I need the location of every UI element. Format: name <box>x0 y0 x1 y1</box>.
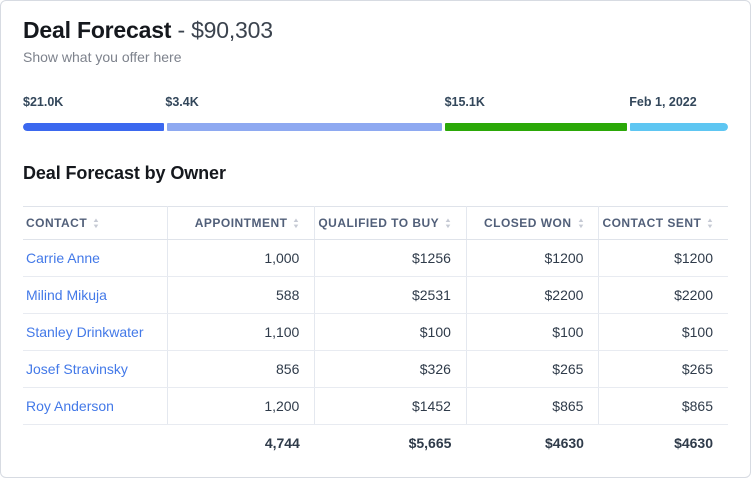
column-label: CLOSED WON <box>484 216 571 230</box>
progress-label: $21.0K <box>23 95 63 109</box>
table-row: Josef Stravinsky 856 $326 $265 $265 <box>23 351 728 388</box>
closed-won-value: $1200 <box>466 240 599 277</box>
column-label: QUALIFIED TO BUY <box>318 216 439 230</box>
appointment-value: 1,100 <box>168 314 315 351</box>
contact-sent-value: $100 <box>599 314 728 351</box>
deal-stage-progress: $21.0K $3.4K $15.1K Feb 1, 2022 <box>23 95 728 137</box>
table-row: Stanley Drinkwater 1,100 $100 $100 $100 <box>23 314 728 351</box>
progress-bar <box>23 123 728 131</box>
page-subtitle: Show what you offer here <box>23 49 728 65</box>
progress-labels: $21.0K $3.4K $15.1K Feb 1, 2022 <box>23 95 728 111</box>
column-label: APPOINTMENT <box>195 216 288 230</box>
appointment-total: 4,744 <box>168 425 315 462</box>
closed-won-value: $2200 <box>466 277 599 314</box>
sort-icon[interactable]: ▲▼ <box>293 218 299 230</box>
table-header-row: CONTACT ▲▼ APPOINTMENT ▲▼ QUALIFIED TO BUY… <box>23 207 728 240</box>
contact-link[interactable]: Roy Anderson <box>23 388 168 425</box>
table-row: Milind Mikuja 588 $2531 $2200 $2200 <box>23 277 728 314</box>
appointment-value: 1,200 <box>168 388 315 425</box>
page-title-amount: - $90,303 <box>171 17 273 43</box>
progress-segment[interactable] <box>630 123 728 131</box>
sort-icon[interactable]: ▲▼ <box>445 218 451 230</box>
contact-link[interactable]: Josef Stravinsky <box>23 351 168 388</box>
column-label: CONTACT <box>26 216 87 230</box>
contact-link[interactable]: Stanley Drinkwater <box>23 314 168 351</box>
progress-label: $3.4K <box>165 95 198 109</box>
progress-label: Feb 1, 2022 <box>629 95 696 109</box>
deal-forecast-table: CONTACT ▲▼ APPOINTMENT ▲▼ QUALIFIED TO BUY… <box>23 206 728 462</box>
contact-sent-value: $2200 <box>599 277 728 314</box>
progress-segment[interactable] <box>445 123 627 131</box>
appointment-value: 1,000 <box>168 240 315 277</box>
column-header-contact-sent[interactable]: CONTACT SENT ▲▼ <box>599 207 728 240</box>
table-section-title: Deal Forecast by Owner <box>23 163 728 184</box>
contact-sent-total: $4630 <box>599 425 728 462</box>
progress-label: $15.1K <box>445 95 485 109</box>
progress-segment[interactable] <box>23 123 164 131</box>
qualified-value: $2531 <box>315 277 467 314</box>
page-title: Deal Forecast - $90,303 <box>23 15 728 45</box>
qualified-value: $100 <box>315 314 467 351</box>
appointment-value: 588 <box>168 277 315 314</box>
closed-won-total: $4630 <box>466 425 599 462</box>
column-label: CONTACT SENT <box>602 216 701 230</box>
totals-empty-cell <box>23 425 168 462</box>
table-row: Roy Anderson 1,200 $1452 $865 $865 <box>23 388 728 425</box>
contact-link[interactable]: Milind Mikuja <box>23 277 168 314</box>
deal-forecast-card: Deal Forecast - $90,303 Show what you of… <box>0 0 751 478</box>
closed-won-value: $865 <box>466 388 599 425</box>
qualified-total: $5,665 <box>315 425 467 462</box>
table-row: Carrie Anne 1,000 $1256 $1200 $1200 <box>23 240 728 277</box>
appointment-value: 856 <box>168 351 315 388</box>
column-header-contact[interactable]: CONTACT ▲▼ <box>23 207 168 240</box>
column-header-closed-won[interactable]: CLOSED WON ▲▼ <box>466 207 599 240</box>
qualified-value: $1452 <box>315 388 467 425</box>
closed-won-value: $265 <box>466 351 599 388</box>
column-header-appointment[interactable]: APPOINTMENT ▲▼ <box>168 207 315 240</box>
contact-sent-value: $1200 <box>599 240 728 277</box>
qualified-value: $326 <box>315 351 467 388</box>
sort-icon[interactable]: ▲▼ <box>93 218 99 230</box>
contact-link[interactable]: Carrie Anne <box>23 240 168 277</box>
progress-segment[interactable] <box>167 123 442 131</box>
column-header-qualified-to-buy[interactable]: QUALIFIED TO BUY ▲▼ <box>315 207 467 240</box>
contact-sent-value: $265 <box>599 351 728 388</box>
sort-icon[interactable]: ▲▼ <box>707 218 713 230</box>
closed-won-value: $100 <box>466 314 599 351</box>
sort-icon[interactable]: ▲▼ <box>578 218 584 230</box>
table-totals-row: 4,744 $5,665 $4630 $4630 <box>23 425 728 462</box>
page-title-main: Deal Forecast <box>23 17 171 43</box>
contact-sent-value: $865 <box>599 388 728 425</box>
qualified-value: $1256 <box>315 240 467 277</box>
